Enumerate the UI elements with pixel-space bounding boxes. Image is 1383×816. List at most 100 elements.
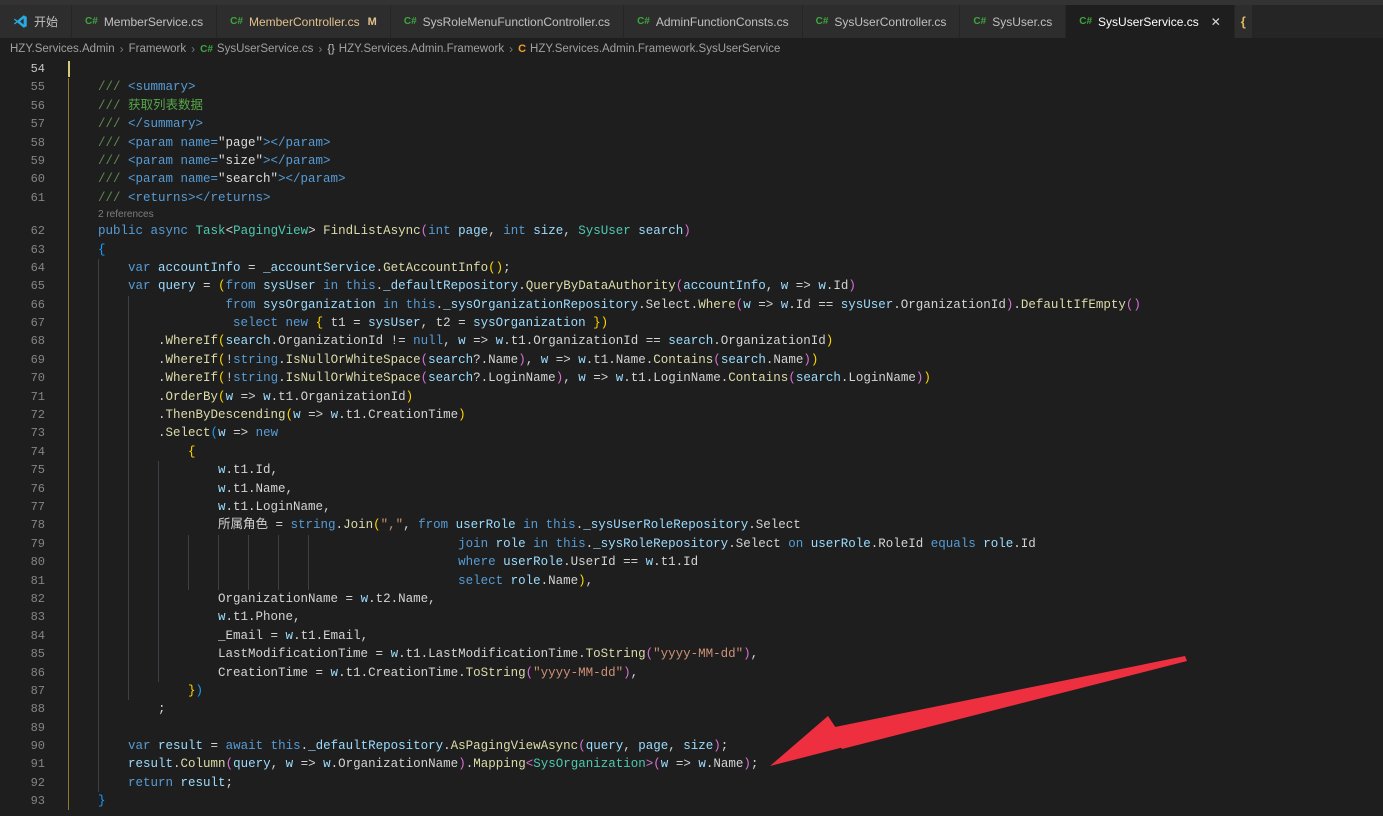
line-number: 85 (0, 645, 68, 663)
code-line[interactable]: 69 .WhereIf(!string.IsNullOrWhiteSpace(s… (0, 351, 1383, 369)
tab-SysUser.cs[interactable]: C#SysUser.cs (960, 5, 1066, 38)
code-line[interactable]: 93 } (0, 792, 1383, 810)
code-text: .Select(w => new (68, 424, 278, 442)
code-token: w (218, 500, 226, 514)
code-line[interactable]: 89 (0, 719, 1383, 737)
code-text: return result; (68, 774, 233, 792)
code-token: query (233, 757, 271, 771)
breadcrumb-item[interactable]: CHZY.Services.Admin.Framework.SysUserSer… (518, 43, 780, 55)
code-token: w (218, 426, 226, 440)
code-token: select (458, 574, 503, 588)
code-line[interactable]: 59 /// <param name="size"></param> (0, 152, 1383, 170)
code-token: . (518, 279, 526, 293)
code-token: .OrganizationName (331, 757, 459, 771)
code-line[interactable]: 79 join role in this._sysRoleRepository.… (0, 535, 1383, 553)
code-text: result.Column(query, w => w.Organization… (68, 755, 758, 773)
code-token: Column (181, 757, 226, 771)
code-token: ( (373, 518, 381, 532)
code-text: var result = await this._defaultReposito… (68, 737, 728, 755)
code-token: .t2.Name, (368, 592, 436, 606)
code-token: role (488, 537, 526, 551)
code-line[interactable]: 72 .ThenByDescending(w => w.t1.CreationT… (0, 406, 1383, 424)
code-token: .Select (748, 518, 801, 532)
code-line[interactable]: 66 from sysOrganization in this._sysOrga… (0, 296, 1383, 314)
close-icon[interactable]: ✕ (1211, 15, 1221, 29)
line-number: 61 (0, 189, 68, 207)
code-line[interactable]: 74 { (0, 443, 1383, 461)
breadcrumb-item[interactable]: {}HZY.Services.Admin.Framework (327, 43, 504, 55)
code-token: async (151, 224, 196, 238)
csharp-icon: C# (200, 44, 213, 55)
tab-MemberService.cs[interactable]: C#MemberService.cs (72, 5, 217, 38)
breadcrumb-item[interactable]: C#SysUserService.cs (200, 43, 313, 55)
code-token: sysOrganization (473, 316, 586, 330)
code-token: Where (698, 298, 736, 312)
code-line[interactable]: 78 所属角色 = string.Join(",", from userRole… (0, 516, 1383, 534)
code-token: size (526, 224, 564, 238)
code-line[interactable]: 83 w.t1.Phone, (0, 608, 1383, 626)
code-token: , (668, 739, 683, 753)
line-number: 60 (0, 170, 68, 188)
code-line[interactable]: 54 (0, 60, 1383, 78)
code-line[interactable]: 87 }) (0, 682, 1383, 700)
code-line[interactable]: 77 w.t1.LoginName, (0, 498, 1383, 516)
tab-开始[interactable]: 开始 (0, 5, 72, 38)
code-line[interactable]: 55 /// <summary> (0, 78, 1383, 96)
code-line[interactable]: 62 public async Task<PagingView> FindLis… (0, 222, 1383, 240)
code-token: w (331, 408, 339, 422)
code-line[interactable]: 88 ; (0, 700, 1383, 718)
code-line[interactable]: 80 where userRole.UserId == w.t1.Id (0, 553, 1383, 571)
line-number: 83 (0, 608, 68, 626)
code-line[interactable]: 61 /// <returns></returns> (0, 189, 1383, 207)
code-line[interactable]: 75 w.t1.Id, (0, 461, 1383, 479)
code-line[interactable]: 81 select role.Name), (0, 572, 1383, 590)
code-line[interactable]: 70 .WhereIf(!string.IsNullOrWhiteSpace(s… (0, 369, 1383, 387)
code-token: in (316, 279, 339, 293)
breadcrumb-item[interactable]: Framework (129, 43, 187, 55)
code-line[interactable]: 86 CreationTime = w.t1.CreationTime.ToSt… (0, 664, 1383, 682)
code-token: .t1.CreationTime (338, 408, 458, 422)
code-line[interactable]: 60 /// <param name="search"></param> (0, 170, 1383, 188)
codelens-references[interactable]: 2 references (68, 207, 154, 222)
code-token: sysUser (256, 279, 316, 293)
code-line[interactable]: 58 /// <param name="page"></param> (0, 134, 1383, 152)
code-line[interactable]: 57 /// </summary> (0, 115, 1383, 133)
tab-MemberController.cs[interactable]: C#MemberController.csM (217, 5, 391, 38)
code-line[interactable]: 85 LastModificationTime = w.t1.LastModif… (0, 645, 1383, 663)
code-line[interactable]: 82 OrganizationName = w.t2.Name, (0, 590, 1383, 608)
code-token: . (68, 408, 166, 422)
code-line[interactable]: 90 var result = await this._defaultRepos… (0, 737, 1383, 755)
code-token: Join (343, 518, 373, 532)
code-line[interactable]: 68 .WhereIf(search.OrganizationId != nul… (0, 332, 1383, 350)
tab-AdminFunctionConsts.cs[interactable]: C#AdminFunctionConsts.cs (624, 5, 803, 38)
code-line[interactable]: 65 var query = (from sysUser in this._de… (0, 277, 1383, 295)
code-token: ) (196, 684, 204, 698)
code-line[interactable]: 92 return result; (0, 774, 1383, 792)
code-token: .Id (1013, 537, 1036, 551)
code-line[interactable]: 76 w.t1.Name, (0, 480, 1383, 498)
code-token: { (308, 316, 331, 330)
code-line[interactable]: 63 { (0, 241, 1383, 259)
tab-SysUserController.cs[interactable]: C#SysUserController.cs (803, 5, 961, 38)
code-line[interactable]: 56 /// 获取列表数据 (0, 97, 1383, 115)
tab-json-file[interactable]: { (1235, 5, 1253, 38)
breadcrumb-item[interactable]: HZY.Services.Admin (10, 43, 115, 55)
code-token: string (233, 353, 278, 367)
code-line[interactable]: 84 _Email = w.t1.Email, (0, 627, 1383, 645)
code-line[interactable]: 67 select new { t1 = sysUser, t2 = sysOr… (0, 314, 1383, 332)
code-line[interactable]: 64 var accountInfo = _accountService.Get… (0, 259, 1383, 277)
code-line[interactable]: 73 .Select(w => new (0, 424, 1383, 442)
code-token: /// (68, 136, 128, 150)
tab-label: SysUser.cs (992, 15, 1052, 29)
line-number: 59 (0, 152, 68, 170)
tab-SysUserService.cs[interactable]: C#SysUserService.cs✕ (1066, 5, 1235, 38)
code-line[interactable]: 71 .OrderBy(w => w.t1.OrganizationId) (0, 388, 1383, 406)
braces-icon: {} (327, 43, 334, 55)
code-line[interactable]: 91 result.Column(query, w => w.Organizat… (0, 755, 1383, 773)
breadcrumb[interactable]: HZY.Services.Admin›Framework›C#SysUserSe… (0, 38, 1383, 60)
code-token: GetAccountInfo (383, 261, 488, 275)
code-token: <returns></returns> (128, 191, 271, 205)
code-token: Task (196, 224, 226, 238)
code-editor[interactable]: 5455 /// <summary>56 /// 获取列表数据57 /// </… (0, 60, 1383, 816)
tab-SysRoleMenuFunctionController.cs[interactable]: C#SysRoleMenuFunctionController.cs (391, 5, 624, 38)
